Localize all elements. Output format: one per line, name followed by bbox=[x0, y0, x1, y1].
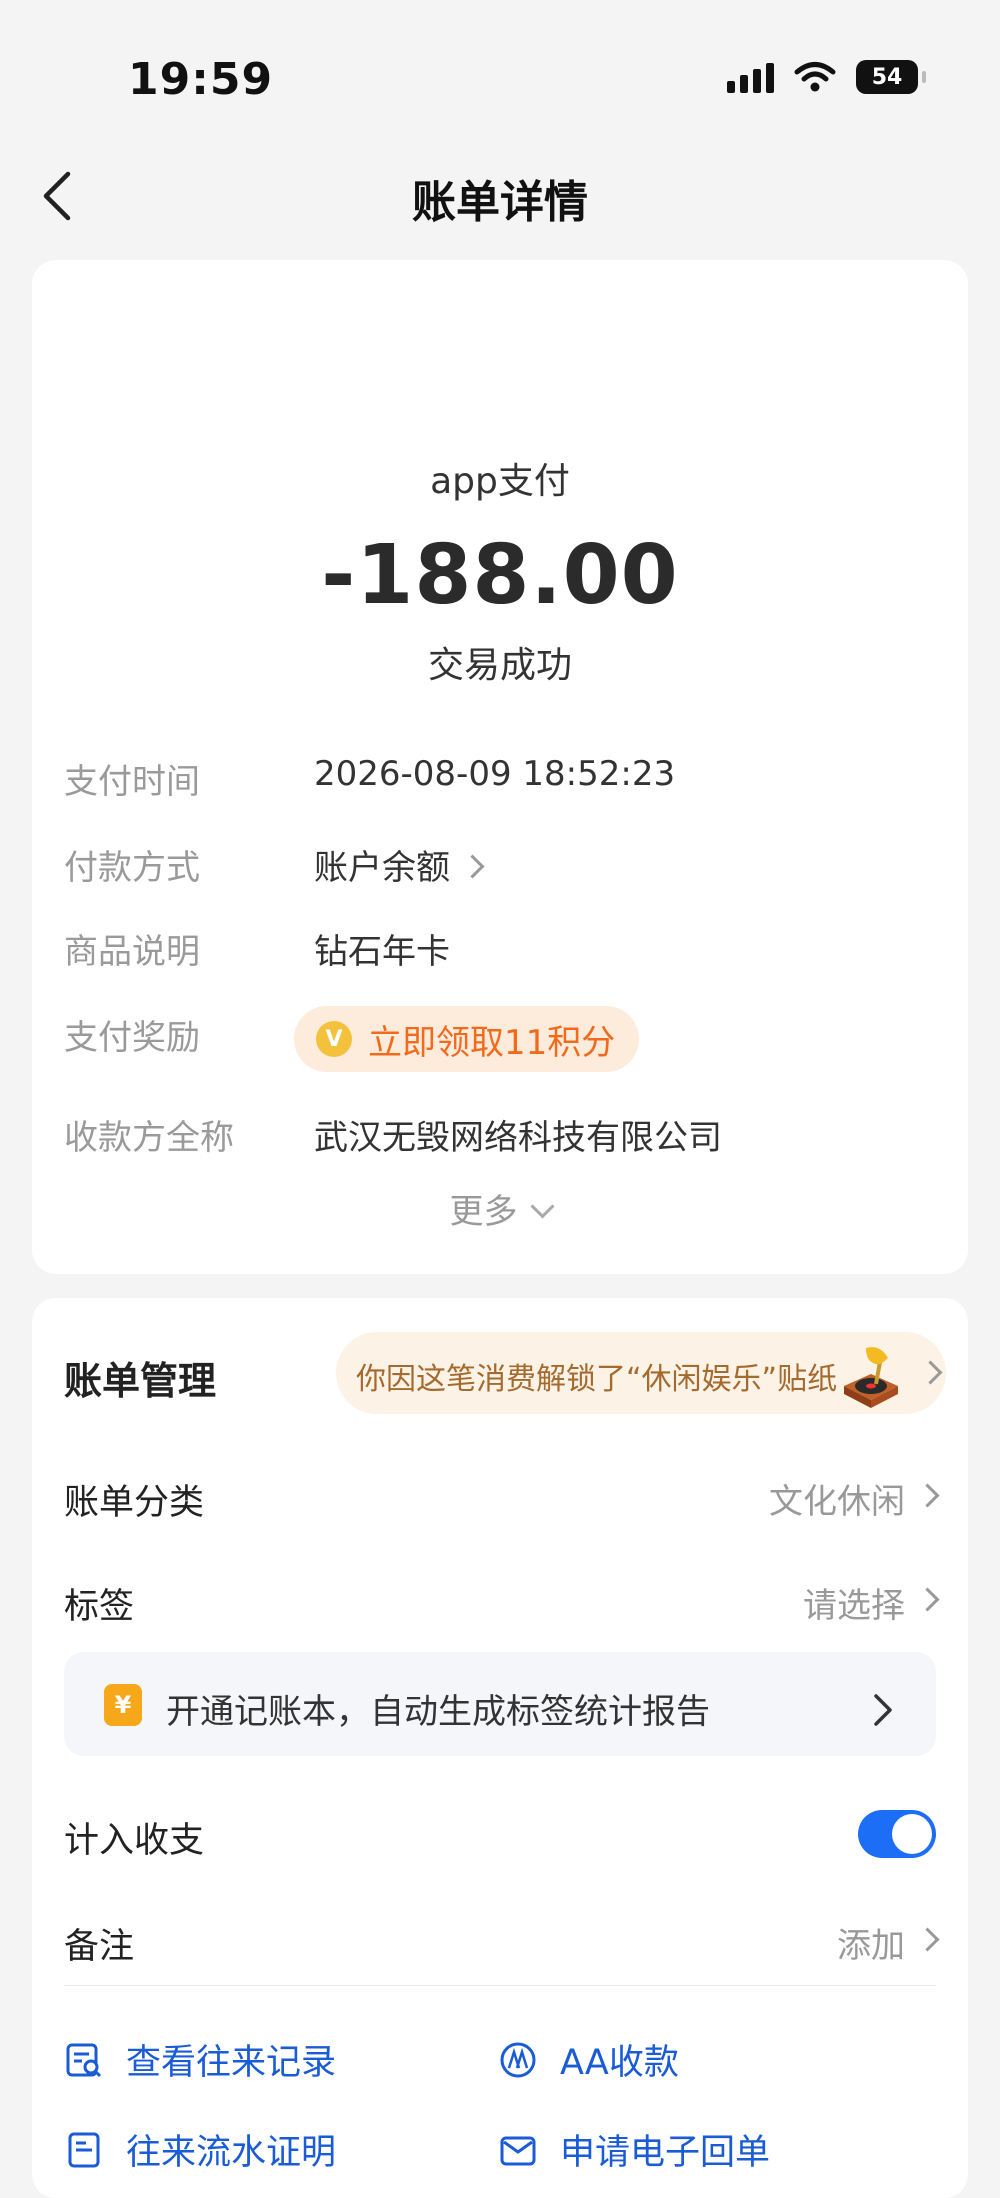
statement-icon bbox=[68, 2132, 100, 2167]
yen-icon: ¥ bbox=[104, 1684, 142, 1726]
category-label: 账单分类 bbox=[64, 1483, 205, 1523]
include-in-stats-label: 计入收支 bbox=[64, 1821, 205, 1861]
history-record-icon bbox=[66, 2043, 102, 2077]
claim-points-button[interactable]: V 立即领取11积分 bbox=[294, 1006, 640, 1072]
e-receipt-label: 申请电子回单 bbox=[560, 2133, 771, 2173]
category-value: 文化休闲 bbox=[769, 1482, 905, 1522]
page-title: 账单详情 bbox=[412, 177, 588, 228]
reward-label: 支付奖励 bbox=[64, 1018, 200, 1058]
view-history-label: 查看往来记录 bbox=[126, 2043, 337, 2083]
mail-icon bbox=[500, 2136, 536, 2165]
chevron-right-icon bbox=[915, 1927, 940, 1952]
claim-points-text: 立即领取11积分 bbox=[368, 1022, 616, 1063]
amount: -188.00 bbox=[321, 528, 679, 623]
payee-label: 收款方全称 bbox=[64, 1118, 234, 1158]
payment-method-label: 付款方式 bbox=[64, 848, 200, 888]
bill-management-title: 账单管理 bbox=[64, 1359, 217, 1403]
aa-collect-button[interactable]: AA收款 bbox=[498, 2034, 679, 2085]
wifi-icon bbox=[794, 62, 836, 92]
tag-selector[interactable]: 请选择 bbox=[803, 1578, 940, 1627]
statement-proof-label: 往来流水证明 bbox=[126, 2133, 337, 2173]
tag-label: 标签 bbox=[64, 1587, 135, 1627]
payment-method-link[interactable]: 账户余额 bbox=[314, 840, 485, 889]
pay-time-label: 支付时间 bbox=[64, 762, 200, 802]
merchant-name: app支付 bbox=[430, 461, 570, 502]
payment-method-value: 账户余额 bbox=[314, 848, 450, 888]
toggle-knob bbox=[892, 1814, 932, 1854]
payee-value: 武汉无毁网络科技有限公司 bbox=[314, 1118, 722, 1158]
note-add-button[interactable]: 添加 bbox=[837, 1918, 940, 1967]
view-history-button[interactable]: 查看往来记录 bbox=[64, 2034, 336, 2085]
note-value: 添加 bbox=[837, 1926, 905, 1966]
signal-icon bbox=[727, 61, 774, 93]
include-in-stats-toggle[interactable] bbox=[858, 1810, 936, 1858]
note-label: 备注 bbox=[64, 1927, 135, 1967]
pay-time-value: 2026-08-09 18:52:23 bbox=[314, 754, 676, 794]
status-icons: 54 bbox=[727, 60, 926, 94]
sticker-text: 你因这笔消费解锁了“休闲娱乐”贴纸 bbox=[356, 1362, 838, 1397]
chevron-right-icon bbox=[460, 854, 485, 879]
statement-proof-button[interactable]: 往来流水证明 bbox=[64, 2124, 336, 2175]
more-label: 更多 bbox=[449, 1192, 518, 1232]
product-value: 钻石年卡 bbox=[314, 932, 450, 972]
points-coin-icon: V bbox=[316, 1021, 352, 1057]
status-time: 19:59 bbox=[128, 54, 274, 105]
more-button[interactable]: 更多 bbox=[0, 1184, 1000, 1233]
aa-icon bbox=[500, 2042, 536, 2077]
transaction-status: 交易成功 bbox=[427, 645, 572, 686]
chevron-down-icon bbox=[529, 1194, 555, 1219]
ledger-promo-text: 开通记账本，自动生成标签统计报告 bbox=[166, 1692, 710, 1732]
battery-icon: 54 bbox=[856, 60, 926, 94]
record-player-sticker-icon bbox=[844, 1347, 898, 1408]
e-receipt-button[interactable]: 申请电子回单 bbox=[498, 2124, 770, 2175]
divider bbox=[64, 1985, 936, 1986]
tag-value: 请选择 bbox=[803, 1586, 905, 1626]
product-label: 商品说明 bbox=[64, 932, 200, 972]
category-selector[interactable]: 文化休闲 bbox=[769, 1474, 940, 1523]
aa-collect-label: AA收款 bbox=[560, 2043, 679, 2083]
chevron-right-icon bbox=[874, 1694, 892, 1726]
chevron-right-icon bbox=[915, 1483, 940, 1508]
chevron-right-icon bbox=[915, 1587, 940, 1612]
